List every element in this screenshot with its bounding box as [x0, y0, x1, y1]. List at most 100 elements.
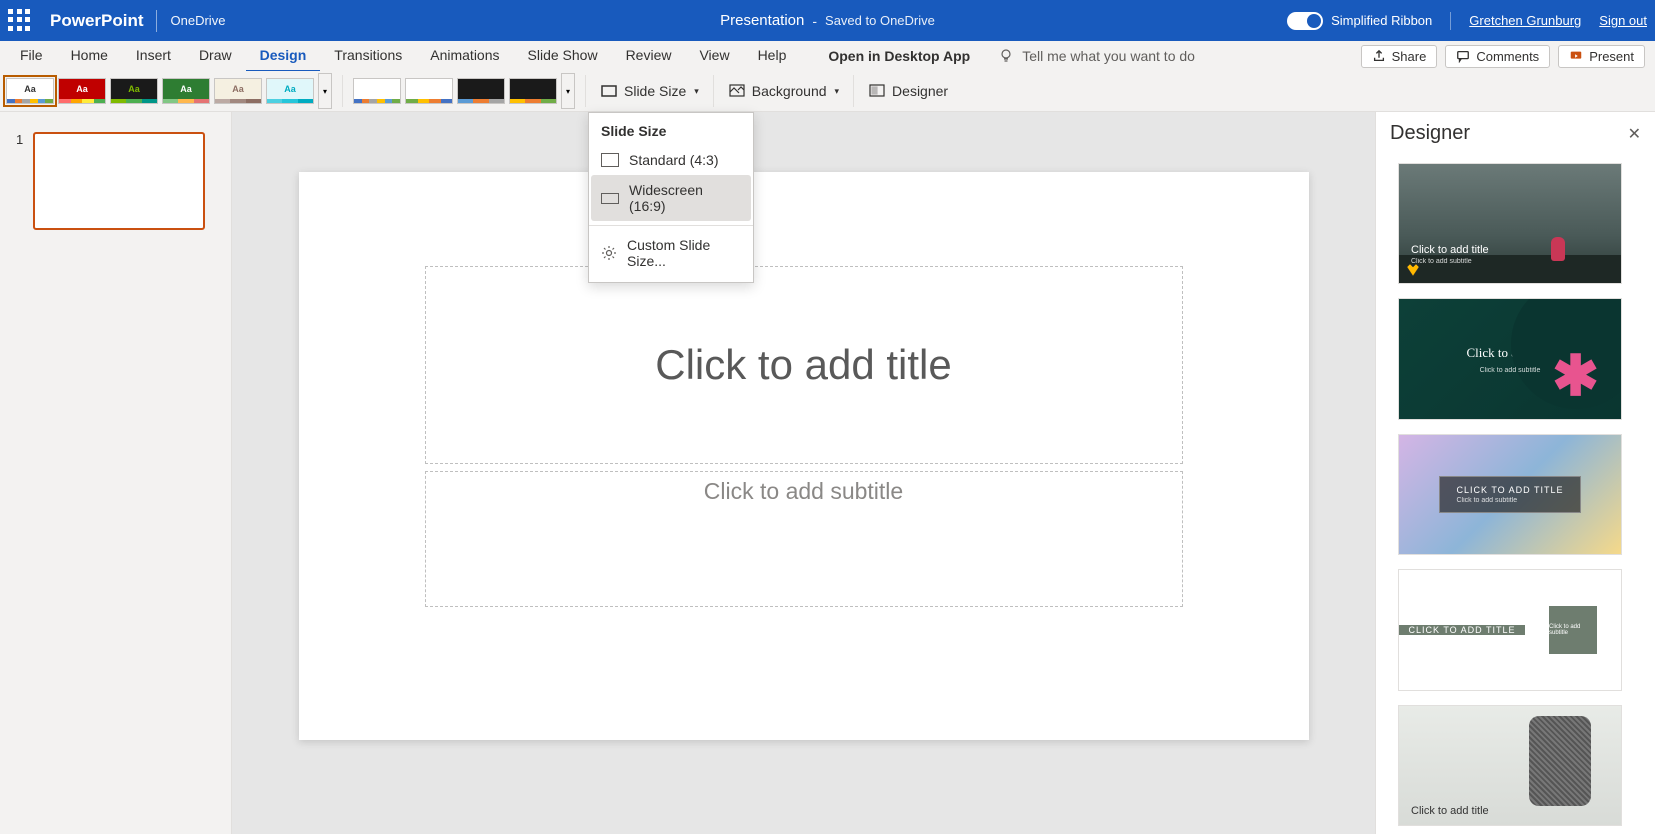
theme-thumb-2[interactable]: Aa [58, 78, 106, 104]
tab-animations[interactable]: Animations [416, 40, 513, 72]
aspect-ratio-43-icon [601, 153, 619, 167]
tab-home[interactable]: Home [57, 40, 122, 72]
menu-item-widescreen[interactable]: Widescreen (16:9) [591, 175, 751, 221]
storage-location[interactable]: OneDrive [171, 13, 226, 28]
tab-file[interactable]: File [6, 40, 57, 72]
share-icon [1372, 49, 1386, 63]
variant-thumb-2[interactable] [405, 78, 453, 104]
menu-item-label: Widescreen (16:9) [629, 182, 741, 214]
theme-thumb-4[interactable]: Aa [162, 78, 210, 104]
separator [585, 75, 586, 107]
sign-out-link[interactable]: Sign out [1599, 13, 1647, 28]
suggestion-title: Click to add title [1411, 805, 1489, 817]
tab-review[interactable]: Review [612, 40, 686, 72]
tab-draw[interactable]: Draw [185, 40, 246, 72]
ribbon-tabs: File Home Insert Draw Design Transitions… [0, 41, 1655, 71]
background-icon [728, 82, 746, 100]
simplified-ribbon-group: Simplified Ribbon [1287, 12, 1451, 30]
tab-insert[interactable]: Insert [122, 40, 185, 72]
tab-transitions[interactable]: Transitions [320, 40, 416, 72]
suggestion-subtitle: Click to add subtitle [1411, 258, 1489, 265]
background-button[interactable]: Background ▾ [720, 78, 847, 104]
suggestion-subtitle: Click to add subtitle [1456, 497, 1563, 504]
share-label: Share [1392, 49, 1427, 64]
comments-label: Comments [1476, 49, 1539, 64]
chevron-down-icon: ▾ [835, 86, 840, 97]
slide-thumbnail-1[interactable] [33, 132, 205, 230]
designer-pane-title: Designer [1390, 122, 1470, 145]
main-area: 1 Click to add title Click to add subtit… [0, 112, 1655, 834]
subtitle-placeholder[interactable]: Click to add subtitle [425, 471, 1183, 607]
suggestion-subtitle: Click to add subtitle [1466, 367, 1553, 374]
menu-title: Slide Size [589, 123, 753, 145]
open-in-desktop-button[interactable]: Open in Desktop App [828, 48, 970, 64]
share-button[interactable]: Share [1361, 45, 1438, 68]
tell-me-placeholder: Tell me what you want to do [1022, 48, 1195, 64]
simplified-ribbon-toggle[interactable] [1287, 12, 1323, 30]
designer-icon [868, 82, 886, 100]
tab-design[interactable]: Design [246, 40, 321, 72]
slide-canvas[interactable]: Click to add title Click to add subtitle [299, 172, 1309, 740]
background-label: Background [752, 83, 827, 99]
chevron-down-icon: ▾ [694, 86, 699, 97]
designer-pane: Designer ✕ Click to add title Click to a… [1375, 112, 1655, 834]
design-suggestion-3[interactable]: CLICK TO ADD TITLE Click to add subtitle [1398, 434, 1622, 555]
theme-thumb-6[interactable]: Aa [266, 78, 314, 104]
document-title-group: Presentation - Saved to OneDrive [720, 12, 935, 29]
tab-help[interactable]: Help [744, 40, 801, 72]
title-placeholder[interactable]: Click to add title [425, 266, 1183, 464]
suggestion-title: CLICK TO ADD TITLE [1456, 485, 1563, 495]
design-suggestion-2[interactable]: Click to add title Click to add subtitle… [1398, 298, 1622, 419]
variant-thumb-1[interactable] [353, 78, 401, 104]
app-launcher-icon[interactable] [8, 9, 32, 33]
tell-me-search[interactable]: Tell me what you want to do [998, 48, 1360, 64]
theme-gallery-expand[interactable]: ▾ [318, 73, 332, 109]
separator [342, 75, 343, 107]
aspect-ratio-169-icon [601, 193, 619, 204]
tab-slide-show[interactable]: Slide Show [514, 40, 612, 72]
menu-item-label: Standard (4:3) [629, 152, 719, 168]
theme-thumb-1[interactable]: Aa [6, 78, 54, 104]
designer-button[interactable]: Designer [860, 78, 956, 104]
suggestion-title: Click to add title [1411, 244, 1489, 256]
variant-thumb-3[interactable] [457, 78, 505, 104]
separator [713, 75, 714, 107]
slide-thumb-wrapper: 1 [16, 132, 215, 230]
designer-pane-header: Designer ✕ [1376, 112, 1655, 155]
present-icon [1569, 49, 1583, 63]
suggestion-subtitle: Click to add subtitle [1549, 606, 1597, 654]
slide-number: 1 [16, 132, 23, 230]
menu-item-label: Custom Slide Size... [627, 237, 741, 269]
theme-thumb-3[interactable]: Aa [110, 78, 158, 104]
variant-gallery-expand[interactable]: ▾ [561, 73, 575, 109]
theme-gallery: Aa Aa Aa Aa Aa Aa ▾ [2, 71, 336, 111]
lightbulb-icon [998, 48, 1014, 64]
tab-view[interactable]: View [685, 40, 743, 72]
variant-thumb-4[interactable] [509, 78, 557, 104]
slide-size-label: Slide Size [624, 83, 686, 99]
premium-icon [1405, 263, 1421, 277]
present-button[interactable]: Present [1558, 45, 1645, 68]
menu-item-standard[interactable]: Standard (4:3) [589, 145, 753, 175]
simplified-ribbon-label: Simplified Ribbon [1331, 13, 1432, 28]
menu-separator [589, 225, 753, 226]
slide-thumbnail-panel: 1 [0, 112, 232, 834]
dash: - [812, 13, 817, 29]
design-suggestion-5[interactable]: Click to add title [1398, 705, 1622, 826]
user-name-link[interactable]: Gretchen Grunburg [1469, 13, 1581, 28]
document-name[interactable]: Presentation [720, 12, 804, 29]
design-suggestion-1[interactable]: Click to add title Click to add subtitle [1398, 163, 1622, 284]
ribbon-actions: Share Comments Present [1361, 45, 1649, 68]
title-bar: PowerPoint OneDrive Presentation - Saved… [0, 0, 1655, 41]
design-ribbon: Aa Aa Aa Aa Aa Aa ▾ [0, 71, 1655, 112]
design-suggestion-4[interactable]: CLICK TO ADD TITLE Click to add subtitle [1398, 569, 1622, 690]
close-icon[interactable]: ✕ [1628, 124, 1641, 144]
app-name: PowerPoint [50, 11, 144, 31]
comments-button[interactable]: Comments [1445, 45, 1550, 68]
present-label: Present [1589, 49, 1634, 64]
theme-thumb-5[interactable]: Aa [214, 78, 262, 104]
designer-suggestions-list[interactable]: Click to add title Click to add subtitle… [1376, 155, 1655, 834]
gear-icon [601, 245, 617, 261]
menu-item-custom-size[interactable]: Custom Slide Size... [589, 230, 753, 276]
slide-size-button[interactable]: Slide Size ▾ [592, 78, 707, 104]
